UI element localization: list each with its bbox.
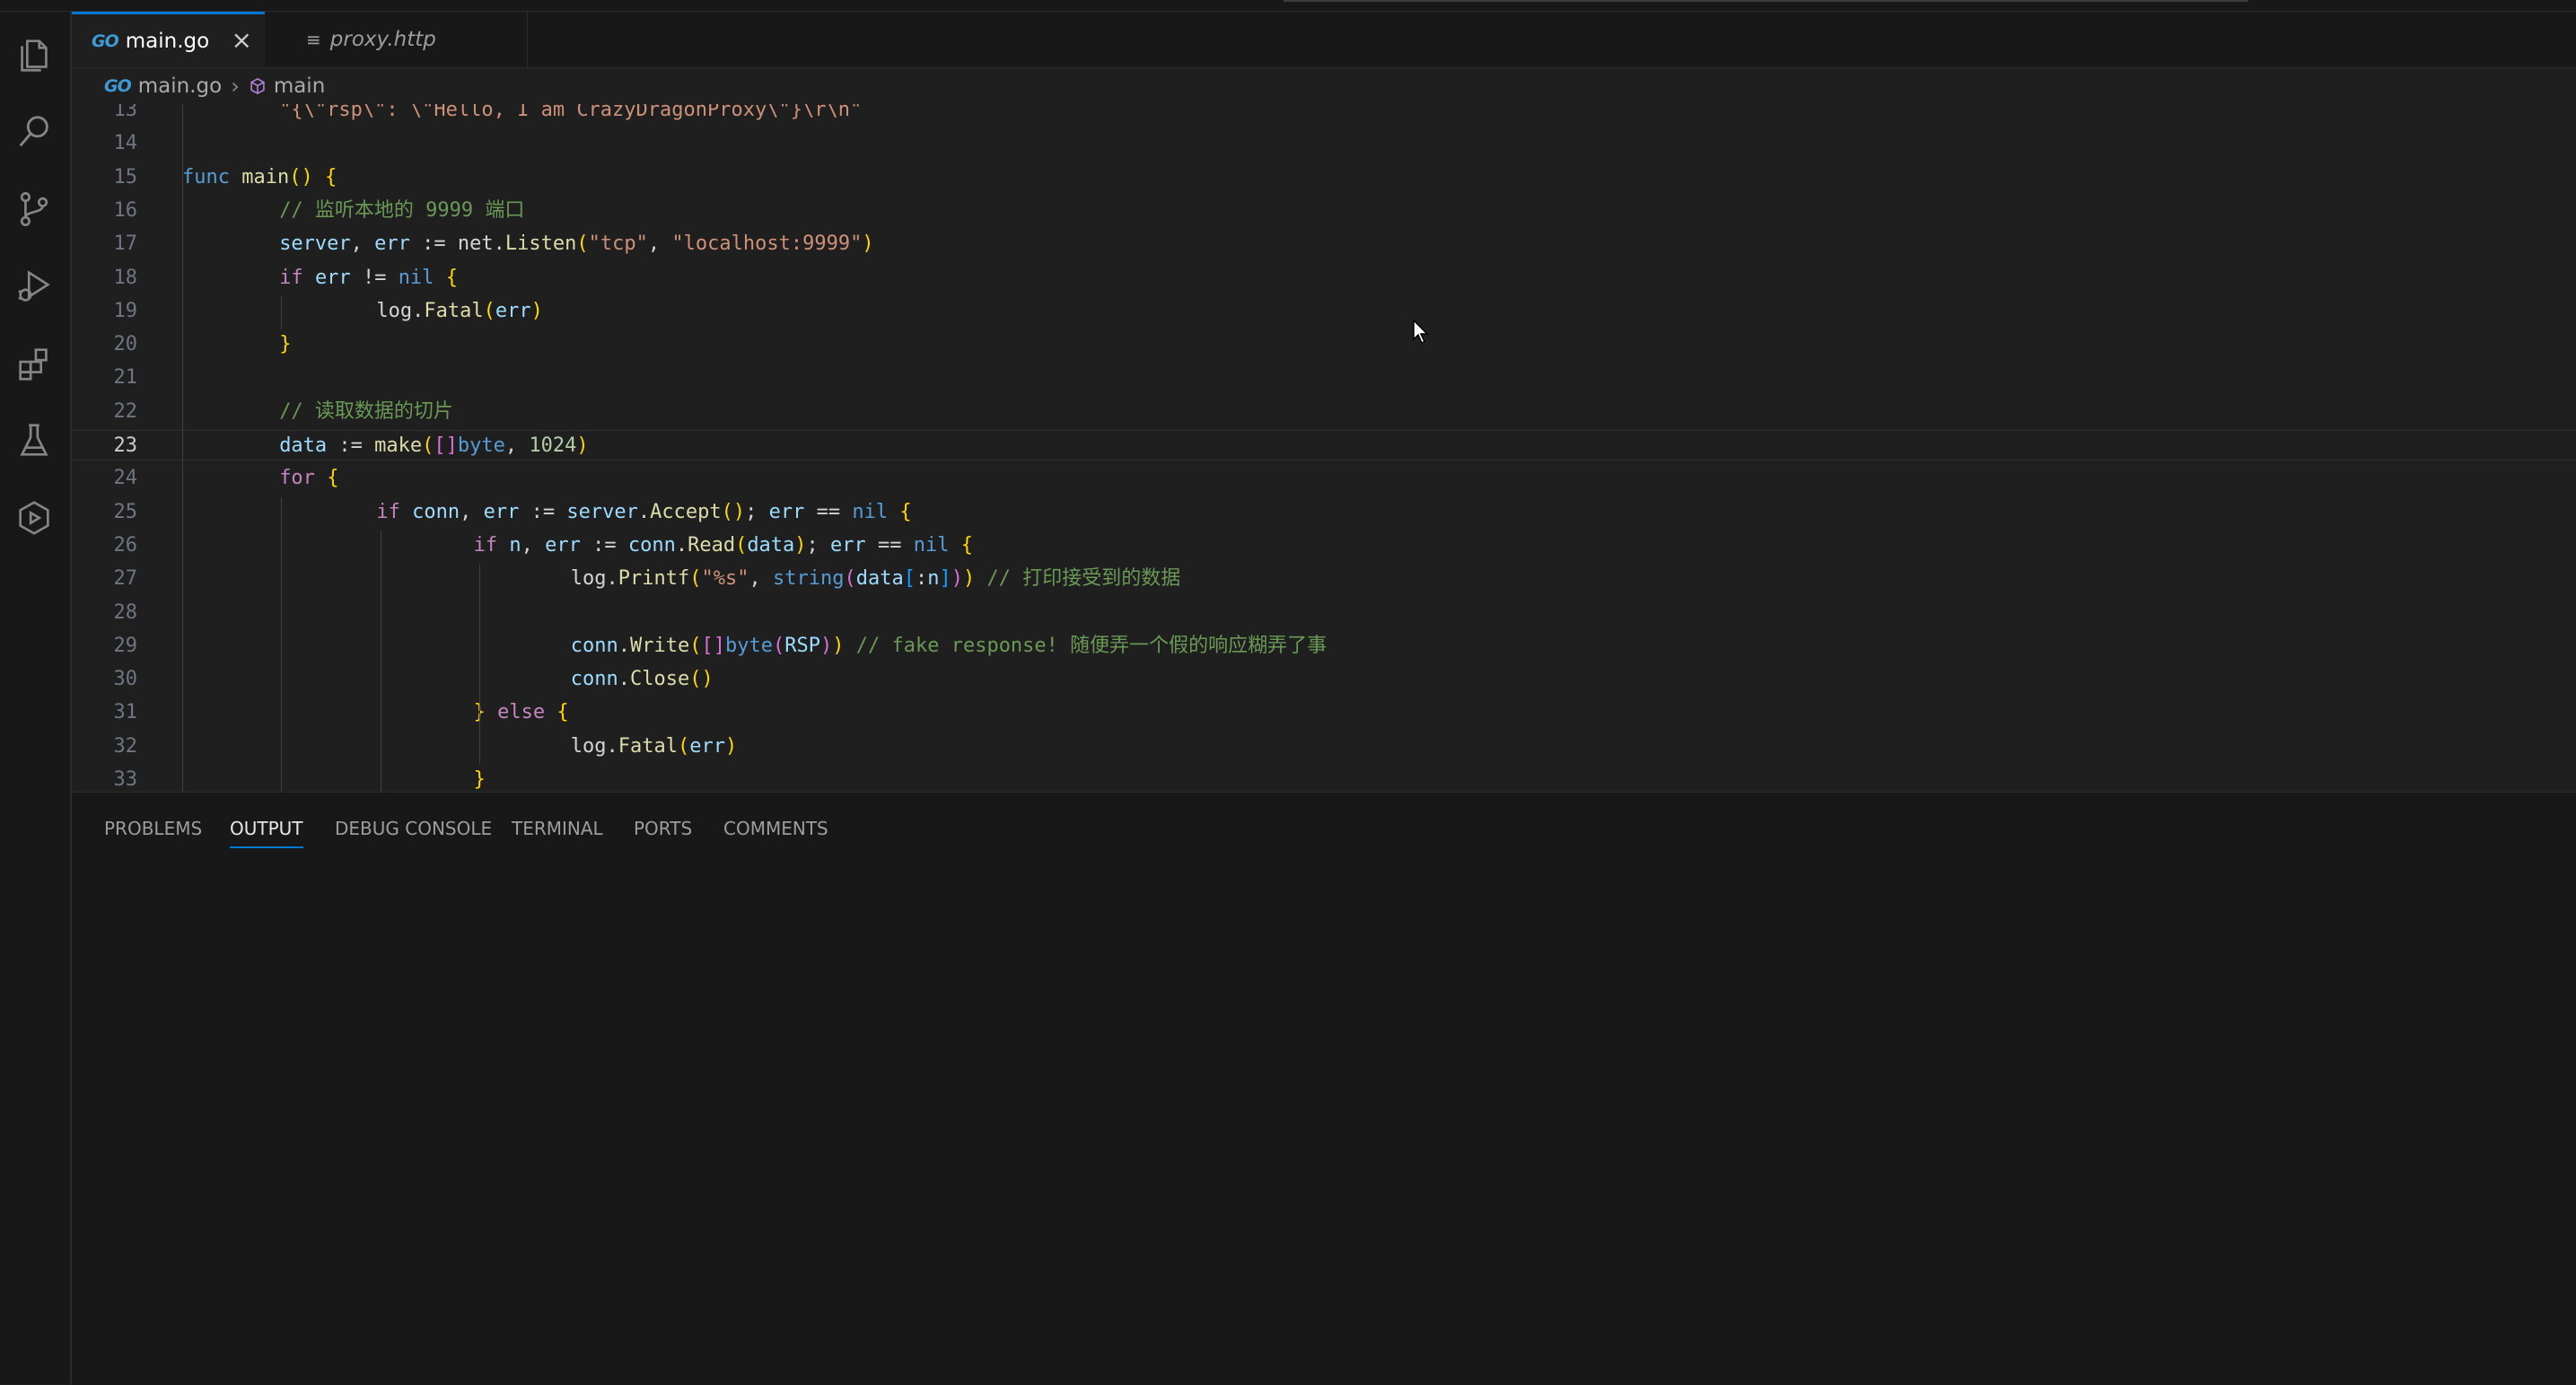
code-line[interactable]: 28 bbox=[72, 598, 2576, 628]
line-number: 19 bbox=[113, 299, 138, 322]
close-icon[interactable]: × bbox=[232, 25, 252, 55]
tab-label: proxy.http bbox=[329, 28, 436, 51]
code-text: if err != nil { bbox=[279, 266, 458, 289]
code-text: if conn, err := server.Accept(); err == … bbox=[376, 500, 912, 523]
panel-tab-comments[interactable]: COMMENTS bbox=[723, 811, 828, 846]
line-number: 29 bbox=[113, 634, 138, 657]
panel-tab-output[interactable]: OUTPUT bbox=[230, 811, 303, 848]
indent-guide bbox=[281, 496, 283, 792]
code-line[interactable]: 31 } else { bbox=[72, 697, 2576, 728]
symbol-method-icon bbox=[249, 75, 267, 98]
code-text: } bbox=[279, 333, 292, 356]
explorer-icon[interactable] bbox=[11, 31, 57, 78]
line-number: 17 bbox=[113, 232, 138, 256]
code-line[interactable]: 14 bbox=[72, 128, 2576, 159]
code-text: "{\"rsp\": \"Hello, I am CrazyDragonProx… bbox=[279, 104, 863, 121]
code-line[interactable]: 27 log.Printf("%s", string(data[:n])) //… bbox=[72, 564, 2576, 594]
go-file-icon: GO bbox=[92, 31, 119, 51]
mouse-cursor-icon bbox=[1413, 319, 1431, 348]
line-number: 31 bbox=[113, 701, 138, 724]
code-line[interactable]: 29 conn.Write([]byte(RSP)) // fake respo… bbox=[72, 631, 2576, 662]
code-line[interactable]: 19 log.Fatal(err) bbox=[72, 296, 2576, 327]
panel-tab-problems[interactable]: PROBLEMS bbox=[104, 811, 202, 846]
code-text: // 监听本地的 9999 端口 bbox=[279, 198, 525, 222]
code-text: conn.Close() bbox=[570, 668, 714, 691]
code-line[interactable]: 25 if conn, err := server.Accept(); err … bbox=[72, 497, 2576, 528]
code-line[interactable]: 22 // 读取数据的切片 bbox=[72, 397, 2576, 427]
code-text: server, err := net.Listen("tcp", "localh… bbox=[279, 232, 874, 256]
line-number: 33 bbox=[113, 768, 138, 791]
line-number: 27 bbox=[113, 567, 138, 591]
go-file-icon: GO bbox=[104, 76, 132, 96]
code-line[interactable]: 30 conn.Close() bbox=[72, 664, 2576, 695]
code-text: func main() { bbox=[182, 165, 337, 188]
code-line[interactable]: 33 } bbox=[72, 765, 2576, 792]
line-number: 24 bbox=[113, 467, 138, 490]
tab-proxy-http[interactable]: ≡ proxy.http bbox=[266, 12, 528, 67]
breadcrumb: GO main.go › main bbox=[72, 68, 2576, 104]
code-line[interactable]: 20 } bbox=[72, 329, 2576, 360]
extensions-icon[interactable] bbox=[11, 340, 57, 387]
line-number: 26 bbox=[113, 533, 138, 557]
line-number: 30 bbox=[113, 668, 138, 691]
code-text: conn.Write([]byte(RSP)) // fake response… bbox=[570, 634, 1327, 657]
chevron-right-icon: › bbox=[231, 74, 240, 99]
code-text: } bbox=[473, 768, 486, 791]
search-icon[interactable] bbox=[11, 109, 57, 155]
code-line[interactable]: 18 if err != nil { bbox=[72, 263, 2576, 294]
indent-guide bbox=[479, 731, 481, 765]
code-text: // 读取数据的切片 bbox=[279, 399, 453, 423]
line-number: 23 bbox=[113, 434, 138, 457]
line-number: 21 bbox=[113, 366, 138, 390]
panel-tab-ports[interactable]: PORTS bbox=[634, 811, 692, 846]
line-number: 20 bbox=[113, 333, 138, 356]
breadcrumb-symbol[interactable]: main bbox=[274, 75, 325, 98]
tab-main-go[interactable]: GO main.go × bbox=[72, 12, 265, 67]
code-line[interactable]: 15 func main() { bbox=[72, 162, 2576, 193]
line-number: 25 bbox=[113, 500, 138, 523]
code-line[interactable]: 32 log.Fatal(err) bbox=[72, 732, 2576, 762]
indent-guide bbox=[479, 564, 481, 732]
panel-tab-terminal[interactable]: TERMINAL bbox=[512, 811, 603, 846]
testing-icon[interactable] bbox=[11, 417, 57, 464]
code-line[interactable]: 17 server, err := net.Listen("tcp", "loc… bbox=[72, 229, 2576, 259]
code-line[interactable]: 23 data := make([]byte, 1024) bbox=[72, 430, 2576, 460]
command-center[interactable] bbox=[1284, 0, 2248, 2]
code-text: log.Printf("%s", string(data[:n])) // 打印… bbox=[570, 567, 1181, 591]
code-text: for { bbox=[279, 467, 339, 490]
code-text: if n, err := conn.Read(data); err == nil… bbox=[473, 533, 974, 557]
indent-guide bbox=[182, 104, 183, 792]
bottom-panel: PROBLEMS OUTPUT DEBUG CONSOLE TERMINAL PORTS… bbox=[72, 792, 2576, 1385]
source-control-icon[interactable] bbox=[11, 186, 57, 232]
code-text: } else { bbox=[474, 701, 569, 724]
code-line[interactable]: 24 for { bbox=[72, 463, 2576, 494]
http-file-icon: ≡ bbox=[306, 29, 321, 50]
tab-label: main.go bbox=[125, 29, 210, 53]
panel-tab-debug-console[interactable]: DEBUG CONSOLE bbox=[335, 811, 492, 846]
run-debug-icon[interactable] bbox=[11, 263, 57, 310]
remote-icon[interactable] bbox=[11, 495, 57, 541]
line-number: 28 bbox=[113, 600, 138, 624]
line-number: 13 bbox=[113, 104, 138, 121]
code-line[interactable]: 13 "{\"rsp\": \"Hello, I am CrazyDragonP… bbox=[72, 104, 2576, 126]
indent-guide bbox=[281, 295, 283, 330]
code-line[interactable]: 21 bbox=[72, 363, 2576, 393]
code-text: log.Fatal(err) bbox=[376, 299, 543, 322]
activity-bar bbox=[0, 12, 72, 1384]
code-text: data := make([]byte, 1024) bbox=[279, 434, 589, 457]
line-number: 15 bbox=[113, 165, 138, 188]
code-editor[interactable]: 13 "{\"rsp\": \"Hello, I am CrazyDragonP… bbox=[72, 104, 2576, 792]
line-number: 14 bbox=[113, 132, 138, 155]
title-strip bbox=[0, 0, 2576, 12]
code-line[interactable]: 16 // 监听本地的 9999 端口 bbox=[72, 196, 2576, 226]
breadcrumb-file[interactable]: main.go bbox=[138, 75, 222, 98]
line-number: 18 bbox=[113, 266, 138, 289]
line-number: 16 bbox=[113, 198, 138, 222]
line-number: 32 bbox=[113, 734, 138, 758]
code-line[interactable]: 26 if n, err := conn.Read(data); err == … bbox=[72, 530, 2576, 561]
line-number: 22 bbox=[113, 399, 138, 423]
editor-tabs: GO main.go × ≡ proxy.http bbox=[72, 12, 2576, 68]
code-text: log.Fatal(err) bbox=[570, 734, 738, 758]
